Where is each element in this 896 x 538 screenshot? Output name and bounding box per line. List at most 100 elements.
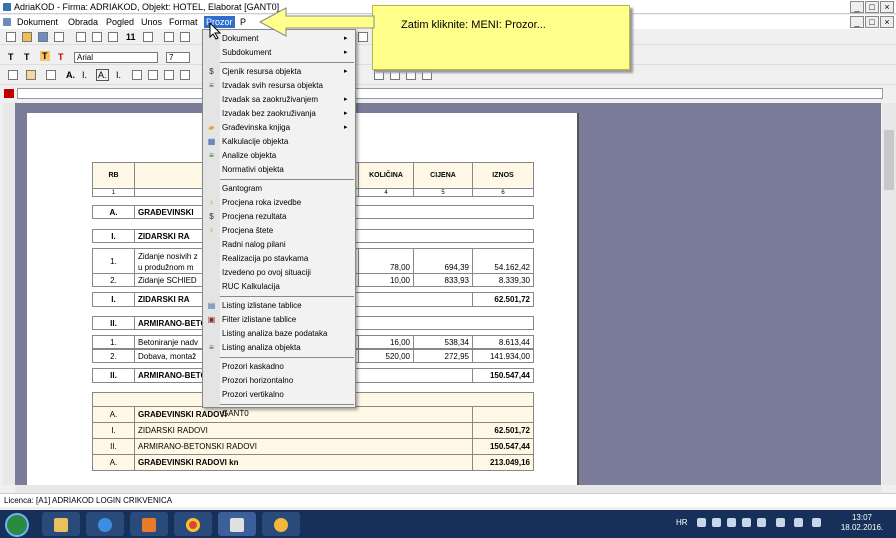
menu-item-realizacija-po-stavkama[interactable]: Realizacija po stavkama [222,252,308,265]
align-icon[interactable] [46,70,56,80]
menu-item-ruc-kalkulacija[interactable]: RUC Kalkulacija [222,280,280,293]
horizontal-scrollbar[interactable] [15,485,882,493]
columns-icon[interactable] [143,32,153,42]
text-style-icon-2[interactable]: T [24,52,30,62]
volume-icon[interactable] [812,518,821,527]
menu-item-filter-izlistane-tablice[interactable]: Filter izlistane tablice [222,313,296,326]
tray-icon[interactable] [776,518,785,527]
font-select[interactable]: Arial [74,52,158,63]
open-icon[interactable] [22,32,32,42]
taskbar-explorer[interactable] [42,512,80,536]
text-style-icon[interactable]: T [8,52,14,62]
taskbar-adriakod[interactable] [218,512,256,536]
menu-unos[interactable]: Unos [139,16,164,28]
vertical-scrollbar-thumb[interactable] [884,130,894,190]
text-color-icon[interactable]: T [58,52,64,62]
font-a-icon[interactable]: A. [66,70,75,80]
menu-item-prozori-vertikalno[interactable]: Prozori vertikalno [222,388,284,401]
doc-close-button[interactable]: × [880,16,894,28]
list-icon-2[interactable] [148,70,158,80]
start-button[interactable] [5,513,29,537]
menu-item-procjena-roka-izvedbe[interactable]: Procjena roka izvedbe [222,196,301,209]
page-icon[interactable] [108,32,118,42]
chrome-icon [186,518,200,532]
format-icon[interactable] [26,70,36,80]
menu-p[interactable]: P [238,16,248,28]
list-icon[interactable] [132,70,142,80]
app-icon [3,3,11,11]
menu-item-procjena-stete[interactable]: Procjena štete [222,224,273,237]
menu-item-subdokument[interactable]: Subdokument [222,46,271,59]
network-icon[interactable] [794,518,803,527]
menu-item-izvadak-sa-zaokruzivanjem[interactable]: Izvadak sa zaokruživanjem [222,93,318,106]
font-a-boxed-icon[interactable]: A. [96,69,109,81]
menu-format[interactable]: Format [167,16,200,28]
menu-item-listing-analiza-baze-podataka[interactable]: Listing analiza baze podataka [222,327,327,340]
menu-item-analize-objekta[interactable]: Analize objekta [222,149,276,162]
menu-item-procjena-rezultata[interactable]: Procjena rezultata [222,210,286,223]
menu-item-izvadak-svih-resursa-objekta[interactable]: Izvadak svih resursa objekta [222,79,323,92]
menu-item-gantogram[interactable]: Gantogram [222,182,262,195]
tray-icon[interactable] [727,518,736,527]
menu-item-izvadak-bez-zaokruzivanja[interactable]: Izvadak bez zaokruživanja [222,107,316,120]
taskbar-app[interactable] [262,512,300,536]
border-icon-4[interactable] [422,70,432,80]
menu-pogled[interactable]: Pogled [104,16,136,28]
formula-input[interactable] [17,88,883,99]
doc-minimize-button[interactable]: _ [850,16,864,28]
menu-item-prozori-horizontalno[interactable]: Prozori horizontalno [222,374,293,387]
maximize-button[interactable]: □ [865,1,879,13]
new-icon[interactable] [6,32,16,42]
doc-restore-button[interactable]: □ [865,16,879,28]
grid-icon: ▤ [207,301,216,310]
menu-item-gant0[interactable]: GANT0 [222,407,249,420]
taskbar-chrome[interactable] [174,512,212,536]
border-icon-2[interactable] [390,70,400,80]
font-i2-icon[interactable]: I. [116,70,121,80]
menu-dokument[interactable]: Dokument [15,16,60,28]
taskbar-media[interactable] [130,512,168,536]
menu-item-listing-izlistane-tablice[interactable]: Listing izlistane tablice [222,299,302,312]
border-icon[interactable] [374,70,384,80]
tray-icon[interactable] [697,518,706,527]
list-icon: ≡ [209,343,214,352]
list-icon-4[interactable] [180,70,190,80]
recap-row-iznos: 62.501,72 [472,422,534,439]
list-icon-3[interactable] [164,70,174,80]
cut-icon[interactable] [164,32,174,42]
font-i-icon[interactable]: I. [82,70,87,80]
tray-icon[interactable] [712,518,721,527]
menu-item-radni-nalog-pilani[interactable]: Radni nalog pilani [222,238,286,251]
menu-item-izvedeno-po-ovoj-situaciji[interactable]: Izvedeno po ovoj situaciji [222,266,311,279]
menu-item-gradevinska-knjiga[interactable]: Građevinska knjiga [222,121,290,134]
tray-icon[interactable] [742,518,751,527]
folder-icon: ▰ [208,123,215,132]
close-button[interactable]: × [880,1,894,13]
menu-item-prozori-kaskadno[interactable]: Prozori kaskadno [222,360,284,373]
minimize-button[interactable]: _ [850,1,864,13]
text-highlight-icon[interactable]: T [40,51,50,61]
tray-icon[interactable] [757,518,766,527]
save-icon[interactable] [38,32,48,42]
menu-item-dokument[interactable]: Dokument [222,32,258,45]
recap-row-rb: I. [92,422,135,439]
recap-row-text: GRAĐEVINSKI RADOVI kn [134,454,473,471]
preview-icon[interactable] [76,32,86,42]
font-size-select[interactable]: 7 [166,52,190,63]
row3-kolicina: 16,00 [358,335,414,349]
style-icon[interactable] [8,70,18,80]
copy-icon[interactable] [180,32,190,42]
menu-item-listing-analiza-objekta[interactable]: Listing analiza objekta [222,341,301,354]
menu-obrada[interactable]: Obrada [66,16,100,28]
sum-ii-rb: II. [92,368,135,383]
callout-arrow-icon [258,7,375,37]
taskbar-ie[interactable] [86,512,124,536]
print-icon[interactable] [54,32,64,42]
border-icon-3[interactable] [406,70,416,80]
language-indicator[interactable]: HR [676,518,688,527]
menu-item-cjenik-resursa-objekta[interactable]: Cjenik resursa objekta [222,65,301,78]
menu-item-kalkulacije-objekta[interactable]: Kalkulacije objekta [222,135,288,148]
zoom-icon[interactable] [92,32,102,42]
menu-item-normativi-objekta[interactable]: Normativi objekta [222,163,284,176]
clock[interactable]: 13:07 18.02.2016. [832,513,892,533]
